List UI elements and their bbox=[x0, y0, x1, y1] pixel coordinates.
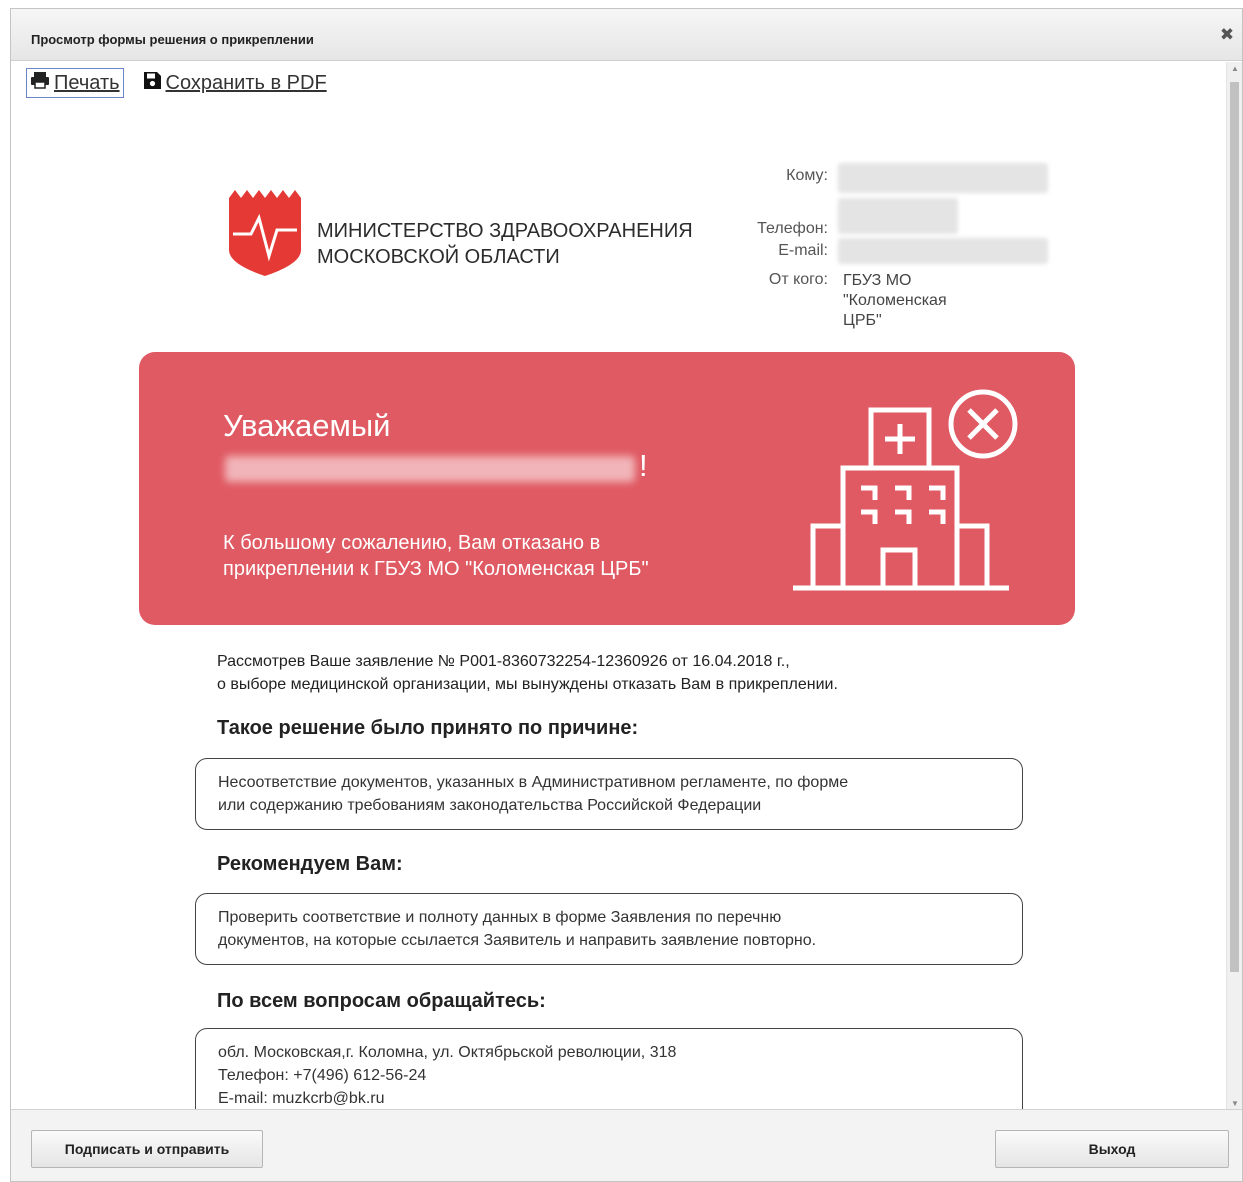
greeting-text: Уважаемый bbox=[223, 408, 391, 443]
dialog-title: Просмотр формы решения о прикреплении bbox=[31, 32, 314, 47]
ministry-shield-logo bbox=[229, 190, 301, 281]
dialog-titlebar: Просмотр формы решения о прикреплении ✖ bbox=[11, 9, 1242, 61]
scrollbar-thumb[interactable] bbox=[1230, 82, 1239, 972]
sign-and-send-button[interactable]: Подписать и отправить bbox=[31, 1130, 263, 1168]
dialog-window: Просмотр формы решения о прикреплении ✖ … bbox=[10, 8, 1243, 1182]
print-link[interactable]: Печать bbox=[26, 68, 124, 98]
exit-button[interactable]: Выход bbox=[995, 1130, 1229, 1168]
from-value-line1: ГБУЗ МО "Коломенская bbox=[843, 272, 947, 309]
ministry-name-line1: МИНИСТЕРСТВО ЗДРАВООХРАНЕНИЯ bbox=[317, 220, 693, 242]
phone-label: Телефон: bbox=[757, 220, 828, 237]
intro-paragraph: Рассмотрев Ваше заявление № P001-8360732… bbox=[217, 650, 838, 696]
reason-heading: Такое решение было принято по причине: bbox=[217, 717, 639, 739]
from-label: От кого: bbox=[768, 271, 828, 288]
reason-box: Несоответствие документов, указанных в А… bbox=[195, 758, 1023, 830]
recommend-line1: Проверить соответствие и полноту данных … bbox=[218, 909, 782, 926]
from-value: ГБУЗ МО "Коломенская ЦРБ" bbox=[843, 271, 947, 331]
email-value-redacted bbox=[838, 238, 1048, 264]
floppy-disk-icon bbox=[143, 71, 162, 96]
contact-email: E-mail: muzkcrb@bk.ru bbox=[218, 1090, 385, 1107]
ministry-name-line2: МОСКОВСКОЙ ОБЛАСТИ bbox=[317, 246, 560, 268]
dialog-footer: Подписать и отправить Выход bbox=[11, 1109, 1242, 1181]
printer-icon bbox=[30, 71, 50, 95]
reason-line2: или содержанию требованиям законодательс… bbox=[218, 797, 762, 814]
contact-address: обл. Московская,г. Коломна, ул. Октябрьс… bbox=[218, 1044, 677, 1061]
hospital-reject-icon bbox=[791, 388, 1021, 603]
contact-phone: Телефон: +7(496) 612-56-24 bbox=[218, 1067, 427, 1084]
phone-value-redacted bbox=[838, 198, 958, 234]
contact-heading: По всем вопросам обращайтесь: bbox=[217, 990, 546, 1012]
to-value-redacted bbox=[838, 163, 1048, 193]
save-pdf-link-label: Сохранить в PDF bbox=[165, 71, 327, 94]
recipient-name-redacted bbox=[225, 456, 635, 482]
greeting-exclamation: ! bbox=[639, 448, 648, 483]
recommend-line2: документов, на которые ссылается Заявите… bbox=[218, 932, 817, 949]
from-value-line2: ЦРБ" bbox=[843, 312, 882, 329]
ministry-name: МИНИСТЕРСТВО ЗДРАВООХРАНЕНИЯ МОСКОВСКОЙ … bbox=[317, 218, 693, 270]
recommend-box: Проверить соответствие и полноту данных … bbox=[195, 893, 1023, 965]
save-pdf-link[interactable]: Сохранить в PDF bbox=[140, 69, 330, 98]
intro-line1: Рассмотрев Ваше заявление № P001-8360732… bbox=[217, 653, 790, 670]
to-label: Кому: bbox=[786, 167, 828, 184]
intro-line2: о выборе медицинской организации, мы вын… bbox=[217, 676, 838, 693]
document-view[interactable]: Печать Сохранить в PDF МИНИСТЕРСТВО ЗДРА… bbox=[11, 62, 1242, 1111]
reason-line1: Несоответствие документов, указанных в А… bbox=[218, 774, 849, 791]
rejection-message: К большому сожалению, Вам отказано в при… bbox=[223, 530, 743, 582]
print-link-label: Печать bbox=[54, 71, 120, 94]
rejection-message-line2: прикреплении к ГБУЗ МО "Коломенская ЦРБ" bbox=[223, 558, 649, 580]
close-icon[interactable]: ✖ bbox=[1219, 26, 1235, 43]
scroll-up-icon[interactable]: ▲ bbox=[1227, 62, 1242, 76]
email-label: E-mail: bbox=[778, 242, 828, 259]
rejection-message-line1: К большому сожалению, Вам отказано в bbox=[223, 532, 601, 554]
recommend-heading: Рекомендуем Вам: bbox=[217, 853, 403, 875]
rejection-banner: Уважаемый ! К большому сожалению, Вам от… bbox=[139, 352, 1075, 625]
document-toolbar: Печать Сохранить в PDF bbox=[26, 68, 346, 98]
contact-box: обл. Московская,г. Коломна, ул. Октябрьс… bbox=[195, 1028, 1023, 1111]
vertical-scrollbar[interactable]: ▲ ▼ bbox=[1226, 62, 1242, 1111]
